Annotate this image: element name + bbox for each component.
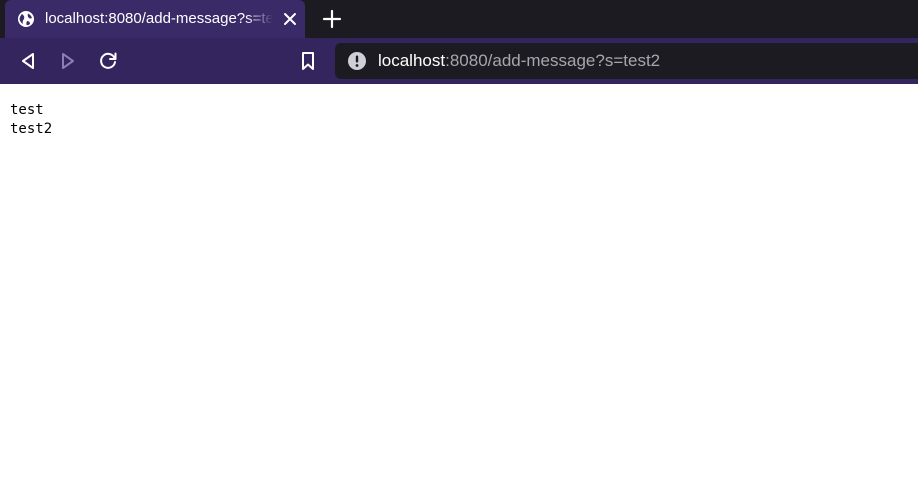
url-path: :8080/add-message?s=test2 [445, 51, 661, 70]
nav-toolbar: localhost:8080/add-message?s=test2 [0, 38, 918, 84]
message-line: test2 [10, 121, 53, 137]
globe-icon [18, 11, 34, 27]
tab-strip: localhost:8080/add-message?s=test2 [0, 0, 918, 38]
message-line: test [10, 102, 44, 118]
bookmark-icon[interactable] [296, 49, 320, 73]
close-icon[interactable] [281, 10, 299, 28]
back-icon[interactable] [16, 49, 40, 73]
tab-active[interactable]: localhost:8080/add-message?s=test2 [5, 0, 305, 38]
url-host: localhost [378, 51, 446, 70]
tab-title: localhost:8080/add-message?s=test2 [45, 10, 273, 27]
info-icon[interactable] [347, 51, 367, 71]
url-text[interactable]: localhost:8080/add-message?s=test2 [378, 43, 660, 79]
plus-icon[interactable] [320, 7, 344, 31]
page-content: test test2 [10, 101, 52, 139]
url-bar[interactable]: localhost:8080/add-message?s=test2 [335, 43, 918, 79]
forward-icon[interactable] [56, 49, 80, 73]
reload-icon[interactable] [96, 49, 120, 73]
